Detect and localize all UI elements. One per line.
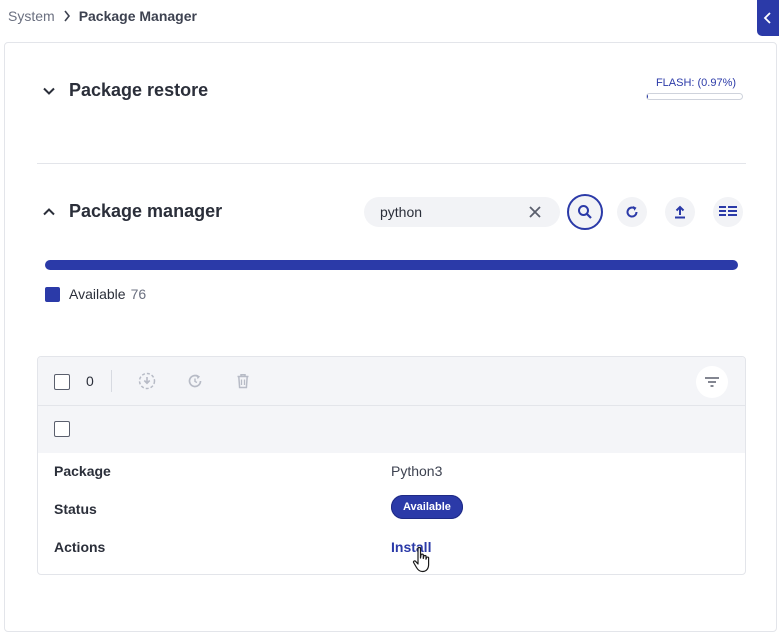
legend-label: Available xyxy=(69,286,126,302)
collapse-left-icon xyxy=(763,12,773,24)
select-all-checkbox[interactable] xyxy=(54,374,70,390)
flash-usage-fill xyxy=(647,94,649,99)
package-table: 0 Package Python3 Status Available Actio… xyxy=(37,356,746,575)
search-box xyxy=(364,197,560,227)
search-input[interactable] xyxy=(380,198,520,226)
breadcrumb: System Package Manager xyxy=(8,7,197,25)
chevron-right-icon xyxy=(63,10,71,22)
section-divider xyxy=(37,163,746,164)
package-value: Python3 xyxy=(391,463,443,479)
upload-button[interactable] xyxy=(665,197,695,227)
chevron-down-icon xyxy=(41,83,57,99)
package-manager-title: Package manager xyxy=(69,201,223,221)
filter-button[interactable] xyxy=(696,366,728,398)
row-checkbox[interactable] xyxy=(54,421,70,437)
status-badge: Available xyxy=(391,495,463,519)
actions-row: Actions Install xyxy=(54,539,734,559)
main-panel: Package restore FLASH: (0.97%) Package m… xyxy=(4,42,777,632)
hand-pointer-icon xyxy=(412,546,432,574)
chevron-up-icon xyxy=(41,204,57,220)
table-row-header xyxy=(38,406,745,453)
status-key: Status xyxy=(54,501,97,517)
download-install-icon[interactable] xyxy=(138,372,156,390)
legend-swatch xyxy=(45,286,60,302)
status-row: Status Available xyxy=(54,495,734,521)
package-key: Package xyxy=(54,463,111,479)
refresh-icon xyxy=(624,204,640,220)
filter-icon xyxy=(705,377,719,387)
trash-icon[interactable] xyxy=(234,372,252,390)
legend: Available 76 xyxy=(45,286,146,302)
package-manager-header[interactable]: Package manager xyxy=(41,201,222,222)
collapse-panel-button[interactable] xyxy=(757,0,779,36)
close-icon[interactable] xyxy=(528,205,542,219)
table-toolbar: 0 xyxy=(38,357,745,406)
package-restore-title: Package restore xyxy=(69,80,209,100)
selected-count: 0 xyxy=(86,373,94,389)
refresh-button[interactable] xyxy=(617,197,647,227)
search-button[interactable] xyxy=(567,194,603,230)
update-icon[interactable] xyxy=(186,372,204,390)
flash-usage-label: FLASH: (0.97%) xyxy=(655,77,737,89)
legend-count: 76 xyxy=(130,286,147,302)
package-restore-header[interactable]: Package restore xyxy=(41,80,208,101)
toolbar-separator xyxy=(111,370,112,392)
breadcrumb-current: Package Manager xyxy=(78,8,197,24)
packages-progress-bar xyxy=(45,260,738,270)
actions-key: Actions xyxy=(54,539,106,555)
columns-icon xyxy=(719,205,737,219)
upload-icon xyxy=(672,204,688,220)
columns-button[interactable] xyxy=(713,197,743,227)
package-row: Package Python3 xyxy=(54,463,734,483)
search-icon xyxy=(577,204,593,220)
flash-usage: FLASH: (0.97%) xyxy=(646,77,746,100)
breadcrumb-root[interactable]: System xyxy=(8,8,55,24)
flash-usage-bar xyxy=(646,93,743,100)
